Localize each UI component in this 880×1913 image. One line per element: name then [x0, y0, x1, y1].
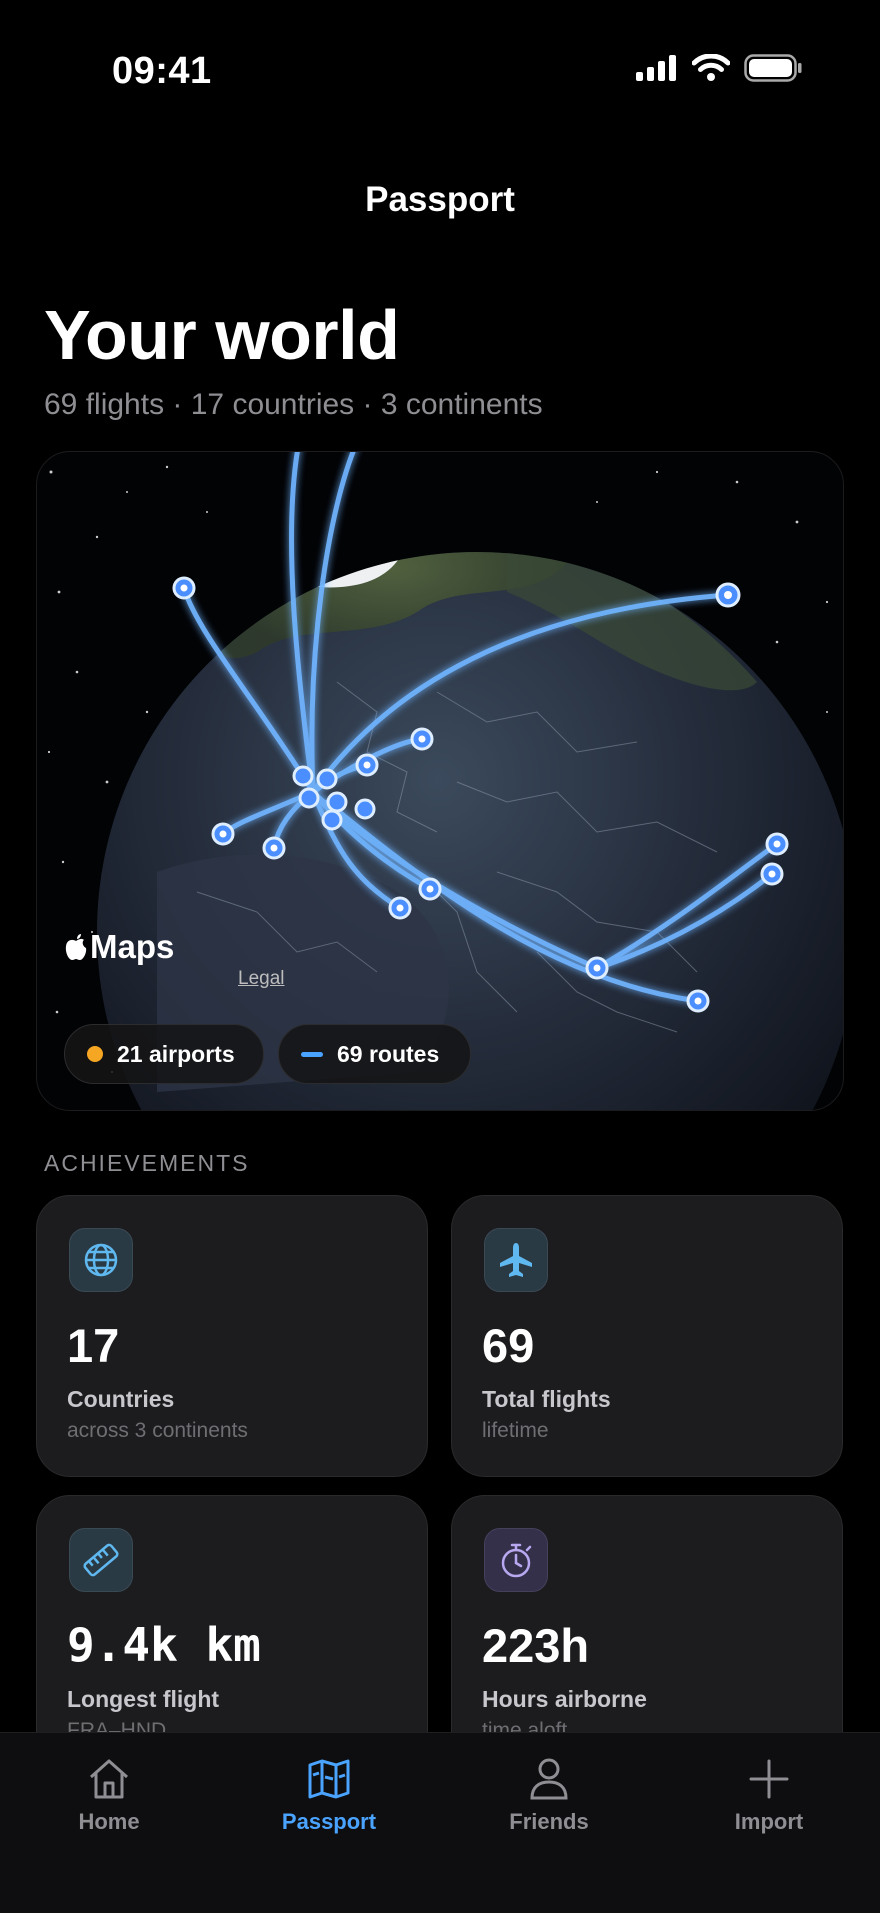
airplane-icon: [484, 1228, 548, 1292]
route-line-icon: [301, 1051, 323, 1057]
home-icon: [90, 1759, 128, 1799]
tab-passport[interactable]: Passport: [249, 1755, 409, 1835]
legal-link[interactable]: Legal: [238, 968, 285, 990]
status-icons: [636, 54, 802, 82]
routes-count: 69 routes: [337, 1040, 440, 1067]
status-bar: 09:41: [0, 0, 880, 140]
apple-logo-icon: [65, 934, 87, 960]
wifi-icon: [692, 54, 730, 81]
map-icon: [308, 1759, 350, 1799]
globe-map[interactable]: [36, 451, 844, 1111]
airports-count: 21 airports: [117, 1040, 235, 1067]
battery-icon: [744, 54, 802, 82]
achievements-section-label: ACHIEVEMENTS: [44, 1150, 250, 1176]
hours-airborne-label: Hours airborne: [482, 1686, 647, 1712]
tab-home-label: Home: [78, 1809, 140, 1834]
tab-friends-label: Friends: [509, 1809, 589, 1834]
countries-sub: across 3 continents: [67, 1419, 248, 1442]
tab-import[interactable]: Import: [689, 1755, 849, 1835]
maps-brand-text: Maps: [90, 928, 175, 965]
person-icon: [530, 1758, 568, 1800]
airports-chip[interactable]: 21 airports: [64, 1024, 264, 1084]
tab-friends[interactable]: Friends: [469, 1755, 629, 1835]
tab-home[interactable]: Home: [29, 1755, 189, 1835]
stopwatch-icon: [484, 1528, 548, 1592]
status-time: 09:41: [112, 50, 212, 92]
total-flights-card[interactable]: 69 Total flights lifetime: [451, 1195, 843, 1477]
tab-passport-label: Passport: [281, 1809, 377, 1834]
hours-airborne-value: 223h: [482, 1619, 590, 1672]
maps-attribution: Maps: [64, 928, 174, 966]
cellular-signal-icon: [636, 55, 676, 81]
airport-dot-icon: [87, 1046, 103, 1062]
nav-title: Passport: [365, 180, 515, 219]
longest-flight-label: Longest flight: [67, 1686, 220, 1712]
plus-icon: [749, 1759, 789, 1799]
ruler-icon: [69, 1528, 133, 1592]
globe-visual: [47, 452, 843, 1110]
page-subtitle: 69 flights · 17 countries · 3 continents: [44, 388, 543, 421]
longest-flight-value: 9.4k km: [67, 1618, 261, 1672]
total-flights-sub: lifetime: [482, 1419, 549, 1442]
total-flights-label: Total flights: [482, 1386, 611, 1412]
countries-value: 17: [67, 1319, 120, 1372]
countries-card[interactable]: 17 Countries across 3 continents: [36, 1195, 428, 1477]
page-title: Your world: [44, 296, 400, 374]
tab-import-label: Import: [734, 1809, 804, 1834]
total-flights-value: 69: [482, 1319, 535, 1372]
globe-icon: [69, 1228, 133, 1292]
routes-chip[interactable]: 69 routes: [278, 1024, 471, 1084]
tab-bar: Home Passport Friends Import: [0, 1732, 880, 1913]
countries-label: Countries: [67, 1386, 175, 1412]
